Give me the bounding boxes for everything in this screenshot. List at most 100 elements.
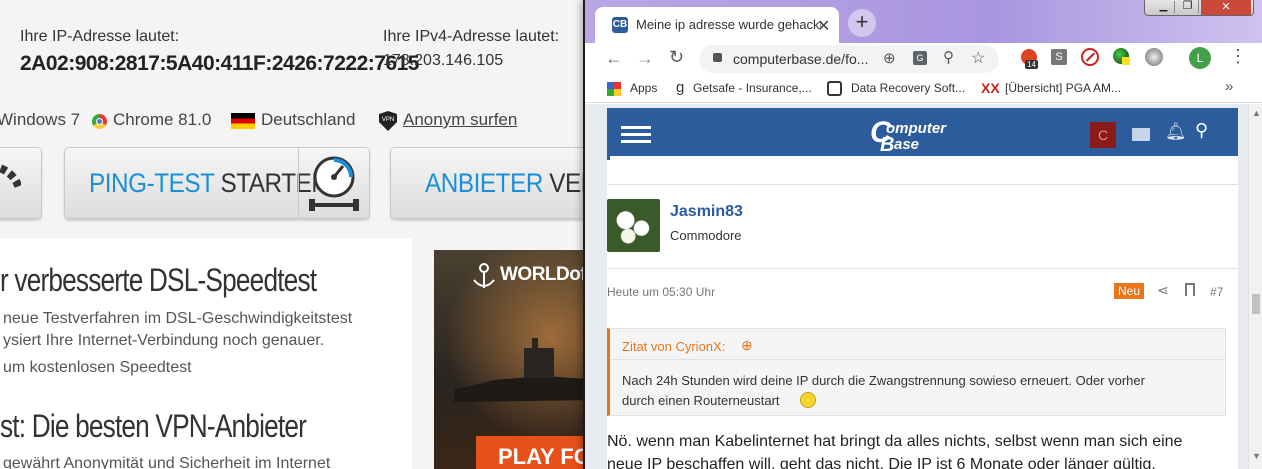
getsafe-icon: ɡ [676,79,685,96]
system-info-row: Windows 7 Chrome 81.0 Deutschland VPN An… [0,110,600,132]
vpn-text: gewährt Anonymität und Sicherheit im Int… [3,455,331,469]
tab-bar: CB Meine ip adresse wurde gehackt ✕ + ▁ … [585,0,1262,43]
bookmark-icon[interactable] [1185,283,1195,296]
computerbase-favicon-icon: CB [612,17,628,33]
anonym-surfen-link[interactable]: Anonym surfen [403,110,517,130]
speedtest-button[interactable] [0,147,42,219]
window-close-icon[interactable]: ✕ [1201,0,1251,15]
forum-post: Jasmin83 Commodore Heute um 05:30 Uhr Ne… [607,160,1238,469]
dsl-text-2: ysiert Ihre Internet-Verbindung noch gen… [3,332,325,349]
ping-test-button[interactable]: PING-TEST STARTEN [64,147,370,219]
ip-info: Ihre IP-Adresse lautet: 2A02:908:2817:5A… [20,28,419,76]
bookmark-getsafe[interactable]: Getsafe - Insurance,... [693,81,812,95]
page-content: C omputer B ase C 🔔︎ ⚲ Jasmin83 Commodor… [585,104,1262,469]
tab-close-icon[interactable]: ✕ [817,16,830,36]
active-tab[interactable]: CB Meine ip adresse wurde gehackt ✕ [595,7,839,43]
zoom-icon[interactable]: ⚲ [943,48,954,66]
play-button[interactable]: PLAY FO [476,436,600,469]
quote-author[interactable]: Zitat von CyrionX: [622,339,725,354]
user-avatar-image[interactable] [607,199,660,252]
dsl-speedtest-heading[interactable]: r verbesserte DSL-Speedtest [0,262,317,299]
bookmark-data-recovery[interactable]: Data Recovery Soft... [851,81,965,95]
page-scrollbar[interactable]: ▲ ▼ [1248,104,1262,469]
forward-arrow-icon[interactable]: → [636,48,654,69]
game-advertisement[interactable]: WORLDof PLAY FO [434,250,600,469]
quote-block: Zitat von CyrionX: ⊕ Nach 24h Stunden wi… [607,328,1226,416]
minimize-icon[interactable]: ▁ [1153,1,1175,13]
user-avatar-button[interactable]: C [1090,122,1116,148]
background-website: Ihre IP-Adresse lautet: 2A02:908:2817:5A… [0,0,600,469]
scroll-down-icon[interactable]: ▼ [1252,451,1261,461]
post-body-2: neue IP beschaffen will, geht das nicht.… [607,456,1156,469]
ad-logo: WORLDof [500,264,587,285]
bell-icon[interactable]: 🔔︎ [1165,122,1187,142]
bookmark-apps[interactable]: Apps [630,81,657,95]
install-plus-icon[interactable]: ⊕ [883,49,896,67]
user-rank: Commodore [670,228,742,243]
address-bar[interactable]: computerbase.de/fo... ⊕ G ⚲ ☆ [699,45,999,73]
browser-toolbar: ← → ↻ computerbase.de/fo... ⊕ G ⚲ ☆ 14 S… [585,43,1262,75]
browser-label: Chrome 81.0 [113,110,212,129]
window-controls: ▁ ❐ ✕ [1144,0,1254,16]
apps-grid-icon [607,82,621,96]
germany-flag-icon [231,113,255,129]
quote-text-2: durch einen Routerneustart [622,393,780,408]
os-label: Windows 7 [0,110,81,129]
post-body-1: Nö. wenn man Kabelinternet hat bringt da… [607,433,1183,450]
play-label: PLAY FO [498,444,591,469]
translate-icon[interactable]: G [913,51,927,65]
scroll-up-icon[interactable]: ▲ [1252,108,1261,118]
hamburger-menu-icon[interactable] [621,126,651,129]
data-recovery-icon [827,81,842,96]
anbieter-vergleich-button[interactable]: ANBIETER VERGL [390,147,600,219]
extension-gear-icon[interactable] [1145,48,1163,66]
back-arrow-icon[interactable]: ← [605,48,623,69]
vpn-shield-icon: VPN [379,111,397,131]
post-number[interactable]: #7 [1210,285,1223,299]
country-label: Deutschland [261,110,356,129]
new-tab-plus-icon[interactable]: + [848,9,876,37]
url-text: computerbase.de/fo... [733,51,869,67]
mail-icon[interactable] [1132,128,1150,141]
speedtest-link[interactable]: um kostenlosen Speedtest [3,359,192,377]
chrome-icon [92,114,107,129]
search-icon[interactable]: ⚲ [1195,120,1208,141]
forum-header: C omputer B ase C 🔔︎ ⚲ [607,108,1238,160]
maximize-icon[interactable]: ❐ [1177,0,1199,13]
ipv4-value: 178.203.146.105 [383,52,504,69]
extension-globe-icon[interactable] [1113,48,1130,65]
post-time[interactable]: Heute um 05:30 Uhr [607,285,715,299]
bookmark-pga[interactable]: [Übersicht] PGA AM... [1005,81,1121,95]
quote-text-1: Nach 24h Stunden wird deine IP durch die… [622,373,1145,388]
share-icon[interactable]: ⋖ [1157,282,1169,299]
ip-value: 2A02:908:2817:5A40:411F:2426:7222:7615 [20,52,419,75]
extension-badge: 14 [1025,60,1038,69]
anbieter-label: ANBIETER VERGL [425,168,600,198]
tab-title: Meine ip adresse wurde gehackt [636,17,821,32]
extension-red-icon[interactable]: 14 [1021,49,1038,69]
dsl-text-1: neue Testverfahren im DSL-Geschwindigkei… [3,310,353,327]
main-content: r verbesserte DSL-Speedtest neue Testver… [0,238,412,469]
ping-test-label: PING-TEST STARTEN [89,168,329,198]
lock-icon[interactable] [713,53,722,62]
bookmark-star-icon[interactable]: ☆ [971,48,985,68]
submarine-image [454,338,600,402]
ipv4-label: Ihre IPv4-Adresse lautet: [383,28,560,45]
vpn-heading[interactable]: st: Die besten VPN-Anbieter [0,408,307,445]
extension-s-icon[interactable]: S [1051,49,1067,65]
quote-jump-icon[interactable]: ⊕ [741,337,753,354]
computerbase-logo[interactable]: C omputer B ase [870,114,970,156]
browser-window: CB Meine ip adresse wurde gehackt ✕ + ▁ … [583,0,1262,469]
post-divider [607,268,1238,269]
menu-dots-icon[interactable]: ⋮ [1229,46,1247,67]
more-bookmarks-icon[interactable]: » [1225,78,1233,95]
smiley-icon [800,392,816,408]
ping-icon-area [298,148,369,218]
username-link[interactable]: Jasmin83 [670,203,743,221]
ping-gauge-icon [309,156,359,211]
profile-avatar[interactable]: L [1189,47,1211,69]
block-icon[interactable] [1081,48,1099,66]
reload-icon[interactable]: ↻ [669,47,684,68]
bookmarks-bar: Apps ɡ Getsafe - Insurance,... Data Reco… [585,75,1262,103]
scrollbar-thumb[interactable] [1252,294,1260,314]
